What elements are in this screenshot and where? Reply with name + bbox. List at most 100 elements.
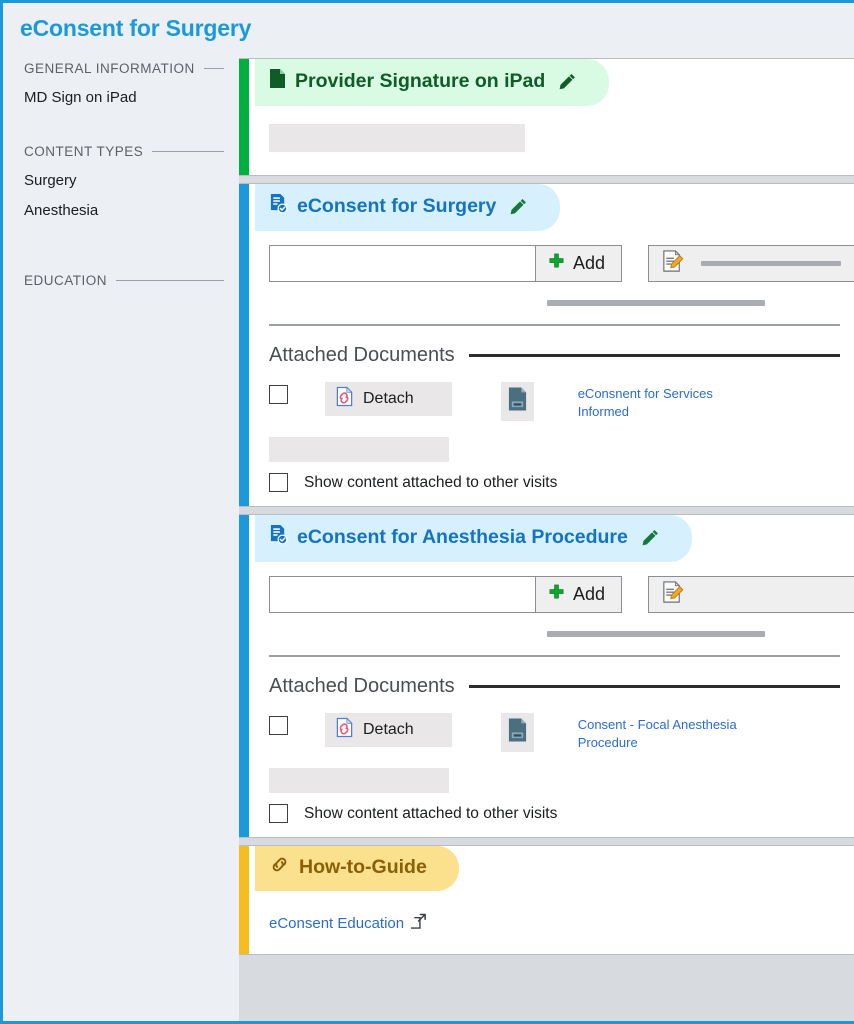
document-thumbnail-icon — [507, 386, 528, 417]
attached-documents-label: Attached Documents — [269, 344, 455, 366]
attached-documents-header: Attached Documents — [269, 675, 840, 698]
link-chain-icon — [269, 855, 290, 880]
document-check-icon — [269, 524, 288, 551]
sidebar-item-md-sign-on-ipad[interactable]: MD Sign on iPad — [24, 89, 224, 106]
add-button[interactable]: Add — [535, 576, 623, 613]
panel-header-how-to-guide: How-to-Guide — [255, 846, 459, 891]
redacted-value — [547, 300, 765, 306]
document-link[interactable]: Consent - Focal Anesthesia Procedure — [578, 716, 753, 751]
redacted-row — [269, 286, 854, 306]
panel-header-econsent-surgery: eConsent for Surgery — [255, 184, 561, 231]
sidebar-item-anesthesia[interactable]: Anesthesia — [24, 202, 224, 219]
sidebar-section-label: EDUCATION — [24, 273, 108, 288]
attached-documents-label: Attached Documents — [269, 675, 455, 697]
document-edit-button[interactable] — [648, 245, 854, 282]
add-combo: Add — [269, 576, 623, 613]
panel-body-econsent-surgery: Add Attached Documents Detach eConsnent … — [255, 231, 854, 506]
section-divider — [269, 324, 840, 326]
document-thumbnail-icon — [507, 717, 528, 748]
add-content-row: Add — [269, 576, 854, 613]
panel-header-econsent-anesthesia: eConsent for Anesthesia Procedure — [255, 515, 692, 562]
row-checkbox[interactable] — [269, 716, 288, 735]
detach-button-label: Detach — [363, 390, 414, 407]
divider-line — [468, 354, 840, 357]
panel-title: eConsent for Anesthesia Procedure — [297, 525, 628, 548]
pencil-icon[interactable] — [641, 528, 660, 547]
document-icon — [269, 68, 286, 95]
pencil-icon[interactable] — [509, 197, 528, 216]
add-button[interactable]: Add — [535, 245, 623, 282]
sidebar-section-label: GENERAL INFORMATION — [24, 61, 195, 76]
document-check-icon — [269, 193, 288, 220]
search-input[interactable] — [269, 245, 535, 282]
sidebar-section-education: EDUCATION — [24, 273, 224, 288]
panel-econsent-surgery: eConsent for Surgery Add Attached Docume… — [239, 183, 854, 507]
plus-icon — [548, 253, 565, 275]
redacted-value — [269, 768, 449, 793]
external-link-icon — [408, 913, 427, 933]
add-button-label: Add — [573, 584, 606, 604]
pencil-icon[interactable] — [558, 72, 577, 91]
panel-title: eConsent for Surgery — [297, 194, 497, 217]
econsent-education-link[interactable]: eConsent Education — [269, 913, 427, 933]
page-broken-link-icon — [335, 717, 354, 743]
panel-accent-bar — [239, 846, 249, 954]
link-label: eConsent Education — [269, 914, 405, 932]
panel-accent-bar — [239, 59, 249, 175]
add-button-label: Add — [573, 253, 606, 273]
panel-header-provider-signature: Provider Signature on iPad — [255, 59, 610, 106]
search-input[interactable] — [269, 576, 535, 613]
add-combo: Add — [269, 245, 623, 282]
redacted-value — [269, 124, 525, 152]
document-pencil-icon — [660, 249, 685, 279]
redacted-value — [547, 631, 765, 637]
panel-body-provider-signature — [255, 106, 854, 166]
page-title: eConsent for Surgery — [20, 15, 252, 41]
document-thumbnail-button[interactable] — [500, 713, 534, 752]
show-other-visits-row: Show content attached to other visits — [269, 804, 854, 823]
table-row: Detach eConsnent for Services Informed — [269, 382, 854, 421]
sidebar-section-label: CONTENT TYPES — [24, 144, 144, 159]
table-row: Detach Consent - Focal Anesthesia Proced… — [269, 713, 854, 752]
divider-line — [203, 68, 224, 69]
redacted-value — [269, 437, 449, 462]
redacted-row — [269, 617, 854, 637]
detach-button-label: Detach — [363, 721, 414, 738]
row-checkbox[interactable] — [269, 385, 288, 404]
content-column: Provider Signature on iPad eConsent for … — [239, 58, 854, 1021]
document-edit-button[interactable] — [648, 576, 854, 613]
sidebar-item-surgery[interactable]: Surgery — [24, 172, 224, 189]
panel-how-to-guide: How-to-Guide eConsent Education — [239, 845, 854, 955]
attached-documents-header: Attached Documents — [269, 344, 840, 367]
show-other-visits-label: Show content attached to other visits — [304, 473, 558, 491]
document-thumbnail-button[interactable] — [500, 382, 534, 421]
document-link[interactable]: eConsnent for Services Informed — [578, 385, 753, 420]
divider-line — [116, 280, 224, 281]
redacted-value — [701, 261, 841, 266]
detach-button[interactable]: Detach — [325, 713, 452, 747]
document-pencil-icon — [660, 580, 685, 610]
sidebar-section-content-types: CONTENT TYPES — [24, 144, 224, 159]
panel-econsent-anesthesia: eConsent for Anesthesia Procedure Add At… — [239, 514, 854, 838]
detach-button[interactable]: Detach — [325, 382, 452, 416]
panel-accent-bar — [239, 184, 249, 506]
panel-accent-bar — [239, 515, 249, 837]
panel-title: How-to-Guide — [299, 855, 427, 878]
show-other-visits-checkbox[interactable] — [269, 473, 288, 492]
panel-body-how-to-guide: eConsent Education — [255, 891, 854, 947]
divider-line — [152, 151, 224, 152]
plus-icon — [548, 584, 565, 606]
show-other-visits-checkbox[interactable] — [269, 804, 288, 823]
show-other-visits-row: Show content attached to other visits — [269, 473, 854, 492]
add-content-row: Add — [269, 245, 854, 282]
section-divider — [269, 655, 840, 657]
show-other-visits-label: Show content attached to other visits — [304, 804, 558, 822]
redacted-row — [269, 768, 854, 793]
divider-line — [468, 685, 840, 688]
sidebar: GENERAL INFORMATION MD Sign on iPad CONT… — [3, 55, 236, 1021]
panel-body-econsent-anesthesia: Add Attached Documents Detach Consent - … — [255, 562, 854, 837]
sidebar-section-general-information: GENERAL INFORMATION — [24, 61, 224, 76]
panel-title: Provider Signature on iPad — [295, 69, 546, 92]
